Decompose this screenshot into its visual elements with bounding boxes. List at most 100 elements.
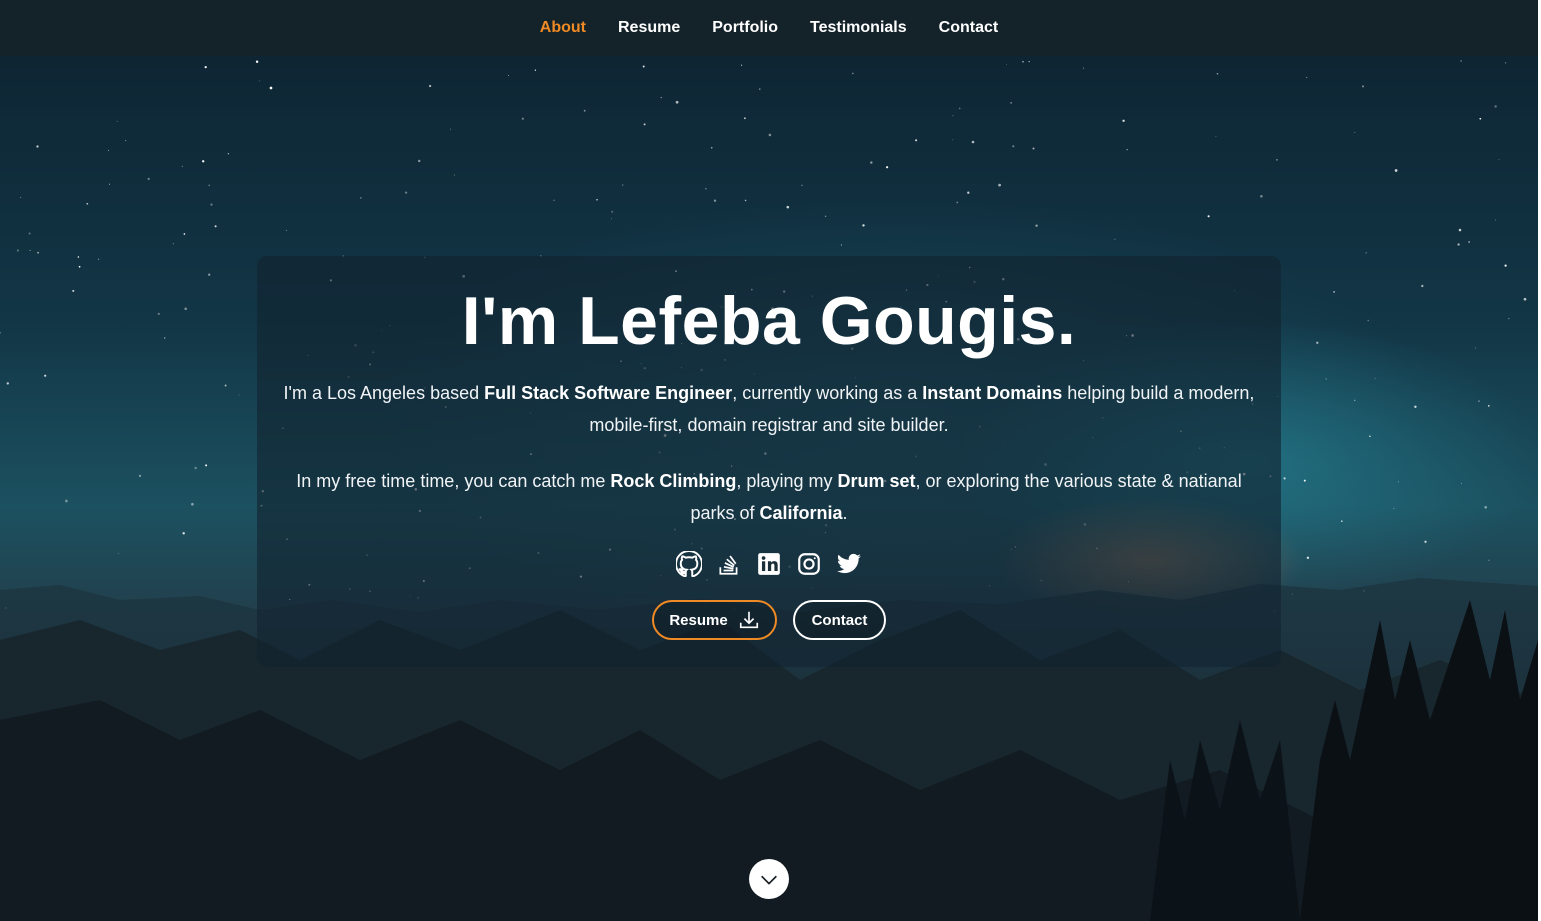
star [1475,347,1477,349]
star [583,109,586,112]
hobbies-text: . [842,503,848,523]
star [1460,482,1462,484]
star [258,80,260,82]
star [86,202,89,205]
nav-testimonials[interactable]: Testimonials [810,19,907,37]
chevron-down-icon [761,875,777,885]
star [870,161,873,164]
star [1316,341,1319,344]
star [1505,62,1507,64]
star [534,69,537,71]
star [1508,318,1510,320]
star [741,64,743,66]
star [1361,85,1365,88]
nav-resume[interactable]: Resume [618,19,680,37]
star [1397,481,1399,483]
star [1306,556,1310,560]
star [1478,400,1480,402]
star [116,120,118,122]
intro-paragraph: I'm a Los Angeles based Full Stack Softw… [277,377,1261,441]
top-navigation: About Resume Portfolio Testimonials Cont… [0,0,1538,56]
star [1325,378,1327,380]
star [507,74,509,76]
hobbies-paragraph: In my free time time, you can catch me R… [277,465,1261,529]
star [675,100,679,104]
contact-button-label: Contact [811,611,868,629]
star [238,394,240,396]
star [553,199,555,201]
nav-portfolio[interactable]: Portfolio [712,19,778,37]
star [28,232,31,235]
star [1215,135,1217,138]
star [1010,102,1012,104]
instagram-icon[interactable] [796,551,822,577]
star [36,145,39,148]
star [1457,243,1460,246]
star [596,199,598,201]
star [1207,215,1210,218]
star [194,466,197,470]
star [157,312,160,316]
star [77,256,80,258]
github-icon[interactable] [676,551,702,577]
star [1126,149,1128,151]
star [824,215,827,217]
star [705,188,707,190]
star [428,84,432,88]
twitter-icon[interactable] [836,551,862,577]
star [202,160,205,163]
star [1488,559,1490,561]
download-icon [739,611,758,629]
star [1369,435,1371,438]
star [205,464,208,467]
star [208,273,211,276]
star [450,128,452,130]
resume-button[interactable]: Resume [652,600,777,640]
star [118,552,120,554]
nav-about[interactable]: About [540,19,586,37]
star [1032,147,1035,150]
star [967,191,970,194]
nav-contact[interactable]: Contact [939,19,999,37]
star [1424,540,1427,543]
star [125,140,127,142]
stack-overflow-icon[interactable] [716,551,742,577]
star [1393,507,1395,509]
star [1006,63,1007,65]
star [611,210,614,213]
star [915,139,918,142]
intro-text: I'm a Los Angeles based [283,383,485,403]
star [852,72,854,75]
star [29,249,31,251]
star [183,233,186,235]
star [224,384,227,387]
scroll-down-button[interactable] [749,859,789,899]
star [1468,241,1470,243]
star [255,60,259,63]
linkedin-icon[interactable] [756,551,782,577]
star [885,166,889,169]
star [1306,76,1308,78]
hobbies-text: In my free time time, you can catch me [296,471,611,491]
star [1365,252,1367,254]
page-title: I'm Lefeba Gougis. [461,283,1077,359]
star [713,199,717,202]
star [710,146,713,149]
star [286,229,288,231]
star [1487,405,1490,407]
star [952,139,954,141]
star [184,307,188,311]
star [181,165,184,168]
star [1035,224,1038,227]
star [1367,319,1369,322]
star [108,183,111,185]
star [952,115,954,117]
resume-button-label: Resume [669,611,728,629]
contact-button[interactable]: Contact [793,600,886,640]
star [1012,145,1015,148]
star [521,117,524,120]
star [971,140,975,144]
star [404,191,408,194]
star [621,184,624,186]
star [214,225,217,228]
